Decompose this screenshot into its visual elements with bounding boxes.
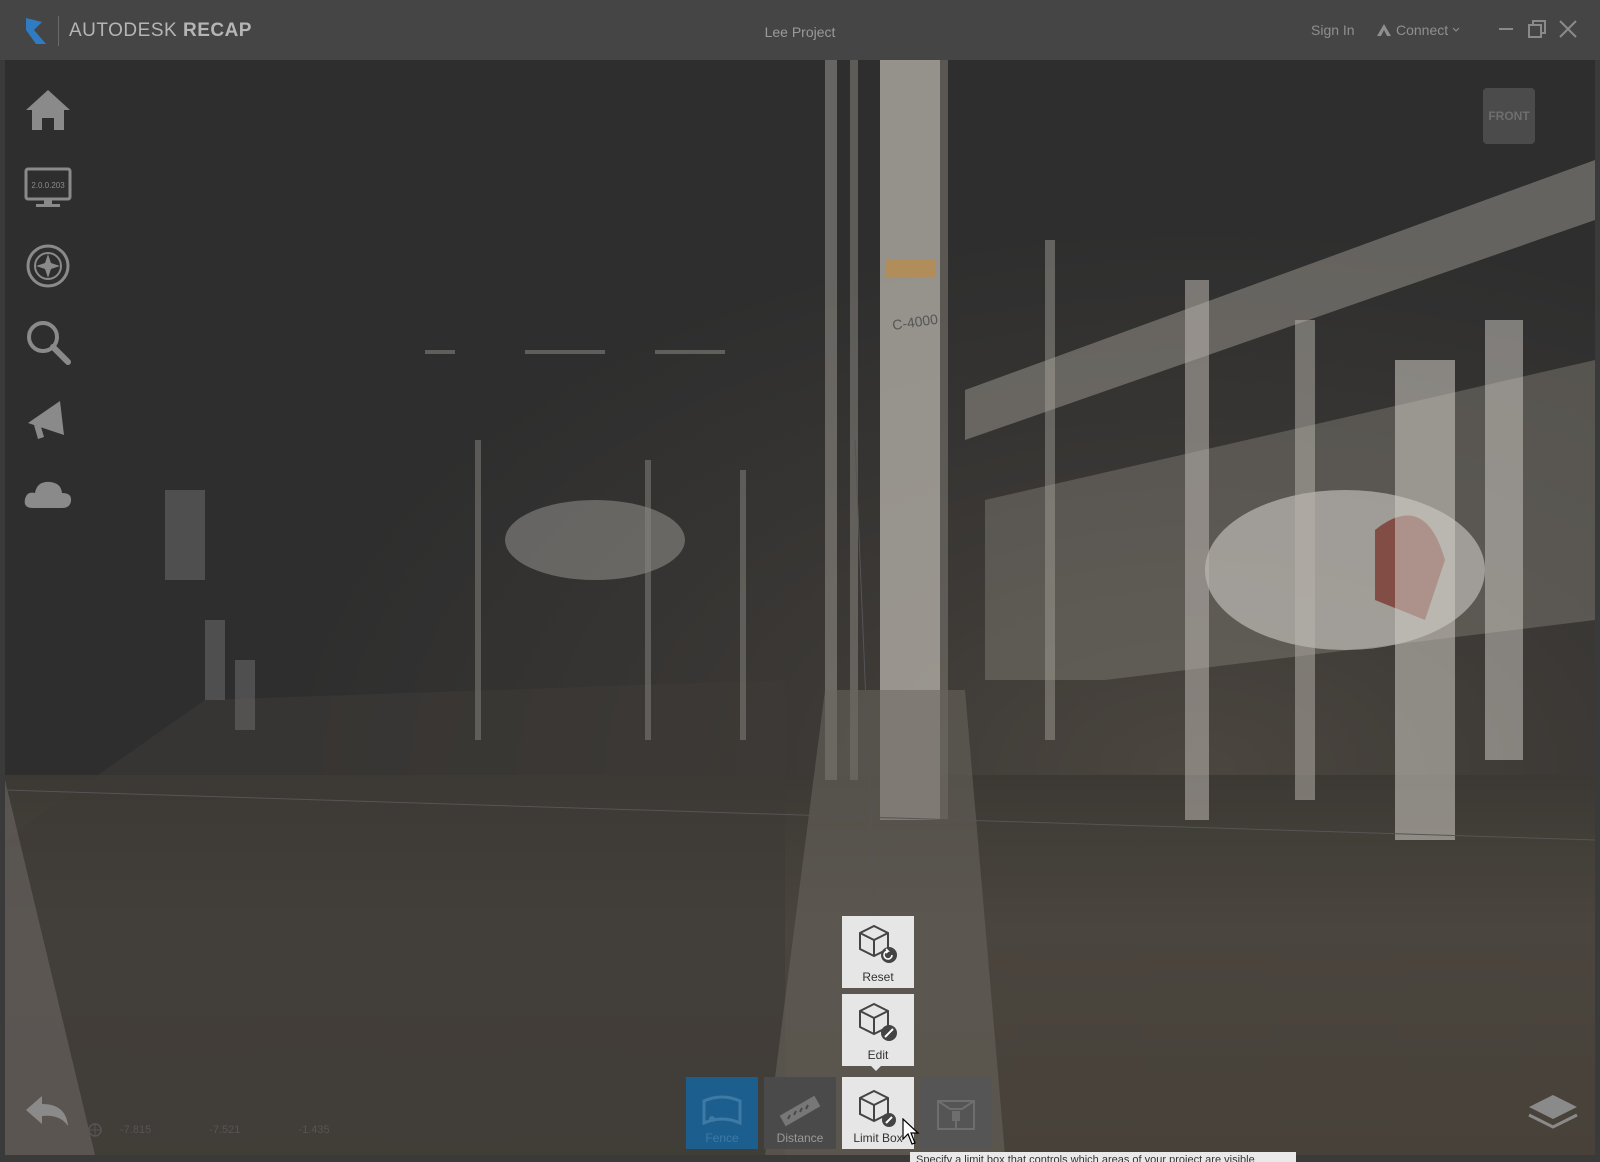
connect-label: Connect [1396,22,1449,38]
viewcube[interactable]: FRONT [1483,88,1535,144]
home-button[interactable] [18,80,78,140]
cube-reset-icon [859,924,897,963]
coordinate-z: -1.435 [298,1124,330,1136]
sign-in-link[interactable]: Sign In [1311,22,1355,38]
camera-view-icon [937,1100,975,1130]
restore-button[interactable] [1522,14,1552,44]
search-button[interactable] [18,312,78,372]
connect-menu[interactable]: Connect [1376,22,1460,38]
minimize-button[interactable] [1491,14,1521,44]
close-icon [1559,20,1577,38]
limit-box-label: Limit Box [853,1131,903,1145]
limit-box-edit-button[interactable]: Edit [842,994,914,1066]
home-icon [26,90,70,130]
view-camera-button [920,1077,992,1149]
pointer-cursor-icon [902,1117,920,1145]
project-title: Lee Project [764,24,836,40]
limit-box-icon [859,1089,896,1127]
navigation-wheel-icon [26,244,70,288]
search-icon [27,321,71,365]
distance-label: Distance [776,1131,824,1145]
announcement-button[interactable] [18,390,78,450]
cloud-button[interactable] [18,464,78,524]
navigation-wheel-button[interactable] [18,236,78,296]
cube-edit-icon [859,1002,897,1041]
title-bar: AUTODESK RECAP Lee Project Sign In Conne… [0,0,1600,60]
minimize-icon [1499,28,1513,30]
close-button[interactable] [1553,14,1583,44]
fence-label: Fence [705,1131,739,1145]
back-button[interactable] [22,1092,72,1137]
undo-arrow-icon [26,1096,68,1126]
coordinate-y: -7.521 [209,1124,241,1136]
edit-label: Edit [867,1048,889,1062]
tooltip: Specify a limit box that controls which … [910,1152,1296,1162]
menu-pointer [870,1065,882,1071]
limit-box-reset-button[interactable]: Reset [842,916,914,988]
fence-icon [702,1095,742,1126]
ruler-icon [779,1095,821,1127]
distance-button[interactable]: Distance [764,1077,836,1149]
restore-icon [1528,20,1546,38]
autodesk-a-icon [1377,24,1391,36]
coordinate-x: -7.815 [120,1124,152,1136]
megaphone-icon [28,401,64,439]
fence-button[interactable]: Fence [686,1077,758,1149]
reset-label: Reset [862,970,894,984]
chevron-down-icon [1452,27,1460,32]
monitor-version-label: 2.0.0.203 [31,181,65,190]
point-cloud-viewport[interactable]: C-4000 FRONT [5,60,1595,1155]
coordinates-readout: -7.815 -7.521 -1.435 [88,1123,330,1137]
globe-icon [88,1123,102,1137]
cloud-icon [24,481,72,508]
mouse-cursor [902,1117,920,1151]
layers-button[interactable] [1527,1093,1579,1138]
display-button[interactable]: 2.0.0.203 [18,158,78,218]
layers-icon [1528,1095,1578,1129]
monitor-icon: 2.0.0.203 [24,167,72,207]
